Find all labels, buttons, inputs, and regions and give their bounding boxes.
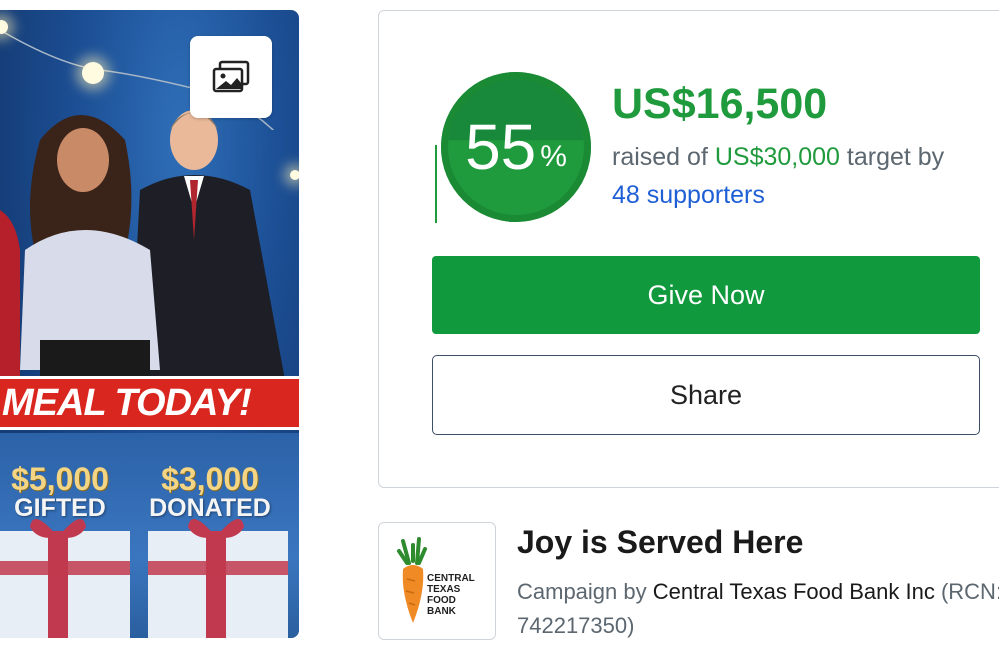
promo-stats-area: $5,000 GIFTED $3,000 DONATED (0, 433, 299, 638)
stat-amount: $5,000 (11, 461, 109, 497)
progress-ring-marker (435, 145, 437, 223)
give-now-button[interactable]: Give Now (432, 256, 980, 334)
share-button[interactable]: Share (432, 355, 980, 435)
gallery-button[interactable] (190, 36, 272, 118)
raised-of-text: raised of (612, 143, 715, 171)
organization-link[interactable]: Central Texas Food Bank Inc (653, 579, 935, 604)
presenters-photo (0, 110, 285, 380)
percent-number: 55 (465, 111, 537, 183)
image-gallery-icon (212, 60, 250, 93)
percent-symbol: % (540, 140, 567, 173)
target-amount: US$30,000 (714, 143, 840, 171)
organization-logo[interactable]: CENTRAL TEXAS FOOD BANK (378, 522, 496, 640)
stat-amount: $3,000 (161, 461, 259, 497)
campaign-title: Joy is Served Here (517, 524, 804, 560)
campaign-by-text: Campaign by (517, 579, 653, 604)
light-bulb (82, 62, 104, 84)
promo-banner: MEAL TODAY! (0, 376, 299, 430)
logo-wordmark: CENTRAL TEXAS FOOD BANK (427, 573, 475, 617)
target-by-text: target by (839, 143, 945, 171)
gift-box (148, 519, 288, 638)
raised-summary: raised of US$30,000 target by 48 support… (612, 138, 992, 214)
amount-raised: US$16,500 (612, 80, 828, 128)
gift-box (0, 519, 130, 638)
supporters-link[interactable]: 48 supporters (612, 181, 765, 209)
campaign-byline: Campaign by Central Texas Food Bank Inc … (517, 575, 999, 643)
progress-percent: 55 % (441, 72, 591, 222)
campaign-image[interactable]: MEAL TODAY! $5,000 GIFTED $3,000 DONATED (0, 10, 299, 638)
